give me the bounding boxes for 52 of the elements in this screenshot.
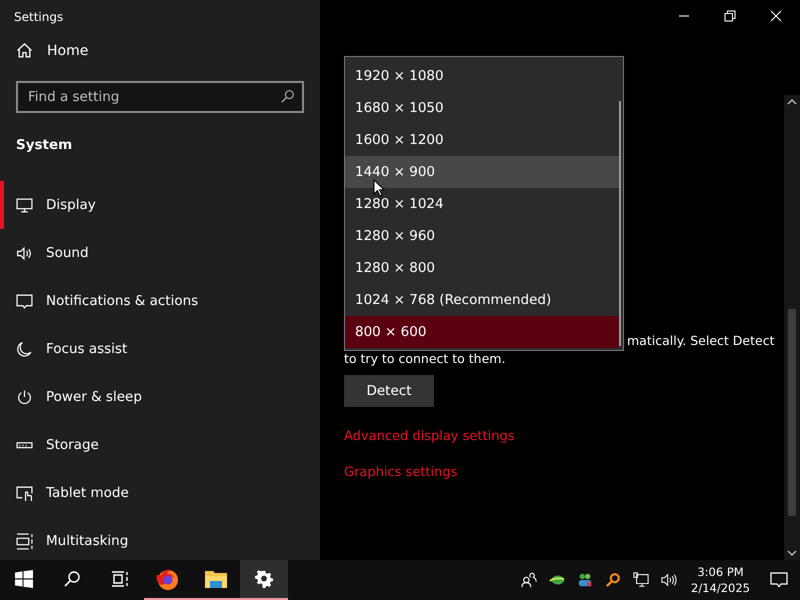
sidebar-item[interactable]: Storage [0,421,320,469]
resolution-option[interactable]: 1920 × 1080 [345,60,619,92]
section-heading: System [16,137,72,153]
browser-icon [156,567,180,591]
resolution-option[interactable]: 1600 × 1200 [345,124,619,156]
search-icon [280,89,295,104]
window-title: Settings [13,9,64,24]
sidebar-item[interactable]: Focus assist [0,325,320,373]
settings-link[interactable]: Graphics settings [344,465,458,480]
scrollbar[interactable] [784,95,800,560]
detect-button[interactable]: Detect [344,375,434,407]
display-icon [16,196,33,214]
dropdown-scrollbar[interactable] [619,101,621,346]
clock[interactable]: 3:06 PM 2/14/2025 [691,564,750,596]
search-icon [63,570,81,588]
action-center-icon[interactable] [770,571,788,589]
multitask-icon [16,532,33,550]
gear-icon [255,570,273,588]
resolution-option[interactable]: 1280 × 960 [345,220,619,252]
resolution-option[interactable]: 1440 × 900 [345,156,619,188]
sidebar-item[interactable]: Multitasking [0,517,320,560]
notifications-icon [16,292,33,310]
tablet-icon [16,484,33,502]
sound-icon [16,244,33,262]
magnifier-tray-icon[interactable] [605,572,622,588]
volume-icon[interactable] [661,572,678,588]
resolution-option[interactable]: 1680 × 1050 [345,92,619,124]
resolution-option[interactable]: 1280 × 1024 [345,188,619,220]
mouse-cursor-icon [373,179,385,197]
scroll-down-icon[interactable] [787,549,797,557]
network-icon[interactable] [633,572,650,588]
home-link[interactable]: Home [16,42,88,59]
resolution-option[interactable]: 1280 × 800 [345,252,619,284]
sidebar-item[interactable]: Power & sleep [0,373,320,421]
task-view-icon [111,570,129,588]
settings-link[interactable]: Advanced display settings [344,429,514,444]
people-icon[interactable] [521,572,538,588]
power-icon [16,388,33,406]
restore-button[interactable] [724,10,736,22]
sidebar-item[interactable]: Sound [0,229,320,277]
sidebar-item[interactable]: Tablet mode [0,469,320,517]
sidebar-item[interactable]: Notifications & actions [0,277,320,325]
moon-icon [16,340,33,358]
windows-logo-icon [15,570,33,588]
close-button[interactable] [770,10,782,22]
settings-taskbar-button[interactable] [240,560,288,600]
scroll-thumb[interactable] [788,309,796,516]
resolution-option[interactable]: 1024 × 768 (Recommended) [345,284,619,316]
users-tray-icon[interactable] [577,572,594,588]
home-icon [16,42,33,59]
search-field[interactable]: Find a setting [16,81,304,113]
scroll-up-icon[interactable] [787,98,797,106]
